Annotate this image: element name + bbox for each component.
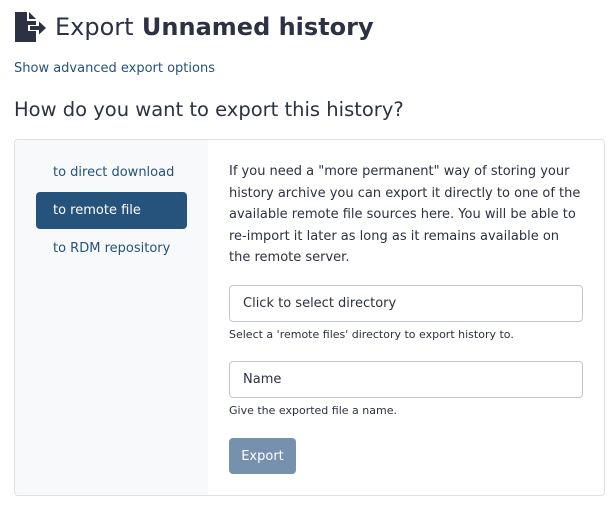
history-name: Unnamed history (141, 13, 374, 41)
file-export-icon (14, 11, 48, 43)
page-title: Export Unnamed history (55, 11, 374, 43)
page-header: Export Unnamed history (14, 10, 374, 44)
tab-direct-download[interactable]: to direct download (36, 154, 187, 191)
export-button[interactable]: Export (229, 438, 296, 474)
remote-file-description: If you need a "more permanent" way of st… (229, 164, 581, 265)
directory-help-text: Select a 'remote files' directory to exp… (229, 328, 514, 341)
show-advanced-options-link[interactable]: Show advanced export options (14, 60, 215, 78)
page-title-prefix: Export (55, 13, 134, 41)
export-question-heading: How do you want to export this history? (14, 98, 404, 121)
export-method-nav: to direct download to remote file to RDM… (15, 140, 208, 495)
directory-selector[interactable]: Click to select directory (229, 285, 583, 322)
file-name-help-text: Give the exported file a name. (229, 404, 397, 417)
tab-remote-file[interactable]: to remote file (36, 192, 187, 229)
tab-rdm-repository[interactable]: to RDM repository (36, 230, 187, 267)
file-name-input[interactable] (229, 361, 583, 398)
export-method-card: to direct download to remote file to RDM… (14, 139, 605, 496)
